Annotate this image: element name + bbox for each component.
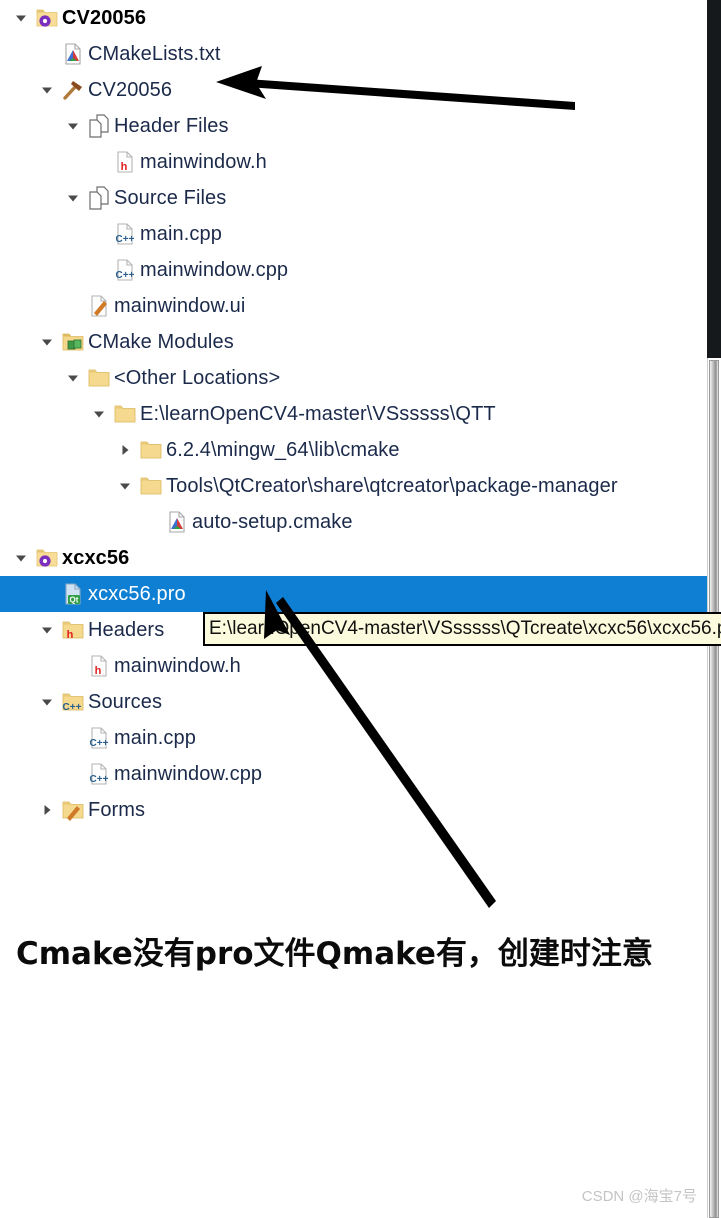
tree-row-label: Source Files [114, 186, 227, 209]
tree-row-label: Sources [88, 690, 163, 713]
tree-row[interactable]: CMakeLists.txt [0, 36, 721, 72]
hammer-build-icon [58, 77, 88, 103]
svg-text:Qt: Qt [70, 596, 79, 605]
tree-row[interactable]: h mainwindow.h [0, 648, 721, 684]
tree-row-label: Header Files [114, 114, 229, 137]
qt-pro-file-icon: Qt [58, 581, 88, 607]
tree-row[interactable]: CV20056 [0, 72, 721, 108]
svg-text:C++: C++ [90, 738, 109, 749]
tree-row-label: <Other Locations> [114, 366, 281, 389]
tree-row[interactable]: CMake Modules [0, 324, 721, 360]
tree-row-label: xcxc56.pro [88, 582, 186, 605]
tree-row-label: main.cpp [140, 222, 222, 245]
file-group-icon [84, 113, 114, 139]
file-group-icon [84, 185, 114, 211]
tree-row[interactable]: C++ mainwindow.cpp [0, 252, 721, 288]
chevron-down-icon[interactable] [36, 623, 58, 637]
tree-row[interactable]: Tools\QtCreator\share\qtcreator\package-… [0, 468, 721, 504]
adjacent-editor-panel [707, 0, 721, 358]
ui-form-file-icon [84, 293, 114, 319]
tree-row[interactable]: Forms [0, 792, 721, 828]
tree-row-label: mainwindow.h [140, 150, 267, 173]
tree-row-label: mainwindow.cpp [114, 762, 263, 785]
tree-row[interactable]: CV20056 [0, 0, 717, 36]
svg-text:h: h [95, 665, 102, 677]
chevron-down-icon[interactable] [62, 371, 84, 385]
chevron-down-icon[interactable] [36, 695, 58, 709]
cmake-file-icon [58, 41, 88, 67]
tree-row-label: 6.2.4\mingw_64\lib\cmake [166, 438, 400, 461]
tree-row-label: main.cpp [114, 726, 196, 749]
tree-row-label: CV20056 [88, 78, 173, 101]
tree-row-label: E:\learnOpenCV4-master\VSsssss\QTT [140, 402, 496, 425]
svg-text:h: h [67, 629, 74, 641]
forms-folder-icon [58, 797, 88, 823]
tree-row-label: mainwindow.ui [114, 294, 246, 317]
sources-folder-icon: C++ [58, 689, 88, 715]
chevron-down-icon[interactable] [10, 11, 32, 25]
tree-row[interactable]: E:\learnOpenCV4-master\VSsssss\QTT [0, 396, 721, 432]
project-tree[interactable]: CV20056 CMakeLists.txt CV20056 Header Files… [0, 0, 721, 1218]
project-folder-gear-icon [32, 545, 62, 571]
chevron-down-icon[interactable] [114, 479, 136, 493]
path-tooltip: E:\learnOpenCV4-master\VSsssss\QTcreate\… [203, 612, 721, 646]
tree-row[interactable]: C++ Sources [0, 684, 721, 720]
path-tooltip-text: E:\learnOpenCV4-master\VSsssss\QTcreate\… [209, 618, 721, 639]
tree-row[interactable]: h mainwindow.h [0, 144, 721, 180]
chevron-down-icon[interactable] [62, 119, 84, 133]
tree-row[interactable]: C++ main.cpp [0, 720, 721, 756]
watermark: CSDN @海宝7号 [581, 1188, 697, 1205]
tree-row-label: mainwindow.cpp [140, 258, 289, 281]
annotation-caption: Cmake没有pro文件Qmake有，创建时注意 [16, 936, 653, 972]
tree-row[interactable]: Source Files [0, 180, 721, 216]
tree-row[interactable]: <Other Locations> [0, 360, 721, 396]
svg-text:h: h [121, 161, 128, 173]
tree-row[interactable]: 6.2.4\mingw_64\lib\cmake [0, 432, 721, 468]
tree-row-label: CV20056 [62, 6, 147, 29]
tree-row-label: Headers [88, 618, 165, 641]
folder-icon [84, 365, 114, 391]
tree-row[interactable]: mainwindow.ui [0, 288, 721, 324]
svg-text:C++: C++ [116, 234, 135, 245]
chevron-down-icon[interactable] [88, 407, 110, 421]
cpp-file-icon: C++ [110, 221, 140, 247]
cpp-file-icon: C++ [110, 257, 140, 283]
tree-row[interactable]: auto-setup.cmake [0, 504, 721, 540]
cpp-file-icon: C++ [84, 761, 114, 787]
header-file-icon: h [84, 653, 114, 679]
project-folder-gear-icon [32, 5, 62, 31]
svg-text:C++: C++ [116, 270, 135, 281]
tree-row[interactable]: xcxc56 [0, 540, 717, 576]
tree-row-label: CMakeLists.txt [88, 42, 221, 65]
tree-row[interactable]: Qt xcxc56.pro [0, 576, 721, 612]
chevron-down-icon[interactable] [36, 83, 58, 97]
vertical-scrollbar-thumb[interactable] [709, 360, 719, 1218]
headers-folder-icon: h [58, 617, 88, 643]
svg-text:C++: C++ [90, 774, 109, 785]
chevron-down-icon[interactable] [10, 551, 32, 565]
tree-row-label: xcxc56 [62, 546, 130, 569]
chevron-down-icon[interactable] [62, 191, 84, 205]
chevron-down-icon[interactable] [36, 335, 58, 349]
chevron-right-icon[interactable] [36, 803, 58, 817]
tree-row-label: Tools\QtCreator\share\qtcreator\package-… [166, 474, 618, 497]
tree-row[interactable]: C++ mainwindow.cpp [0, 756, 721, 792]
tree-row-label: Forms [88, 798, 146, 821]
header-file-icon: h [110, 149, 140, 175]
folder-icon [136, 473, 166, 499]
cmake-file-icon [162, 509, 192, 535]
tree-row-label: auto-setup.cmake [192, 510, 353, 533]
cpp-file-icon: C++ [84, 725, 114, 751]
folder-icon [110, 401, 140, 427]
cmake-modules-icon [58, 329, 88, 355]
chevron-right-icon[interactable] [114, 443, 136, 457]
folder-icon [136, 437, 166, 463]
svg-text:C++: C++ [63, 702, 82, 713]
tree-row-label: mainwindow.h [114, 654, 241, 677]
tree-row[interactable]: C++ main.cpp [0, 216, 721, 252]
tree-row-label: CMake Modules [88, 330, 234, 353]
tree-row[interactable]: Header Files [0, 108, 721, 144]
